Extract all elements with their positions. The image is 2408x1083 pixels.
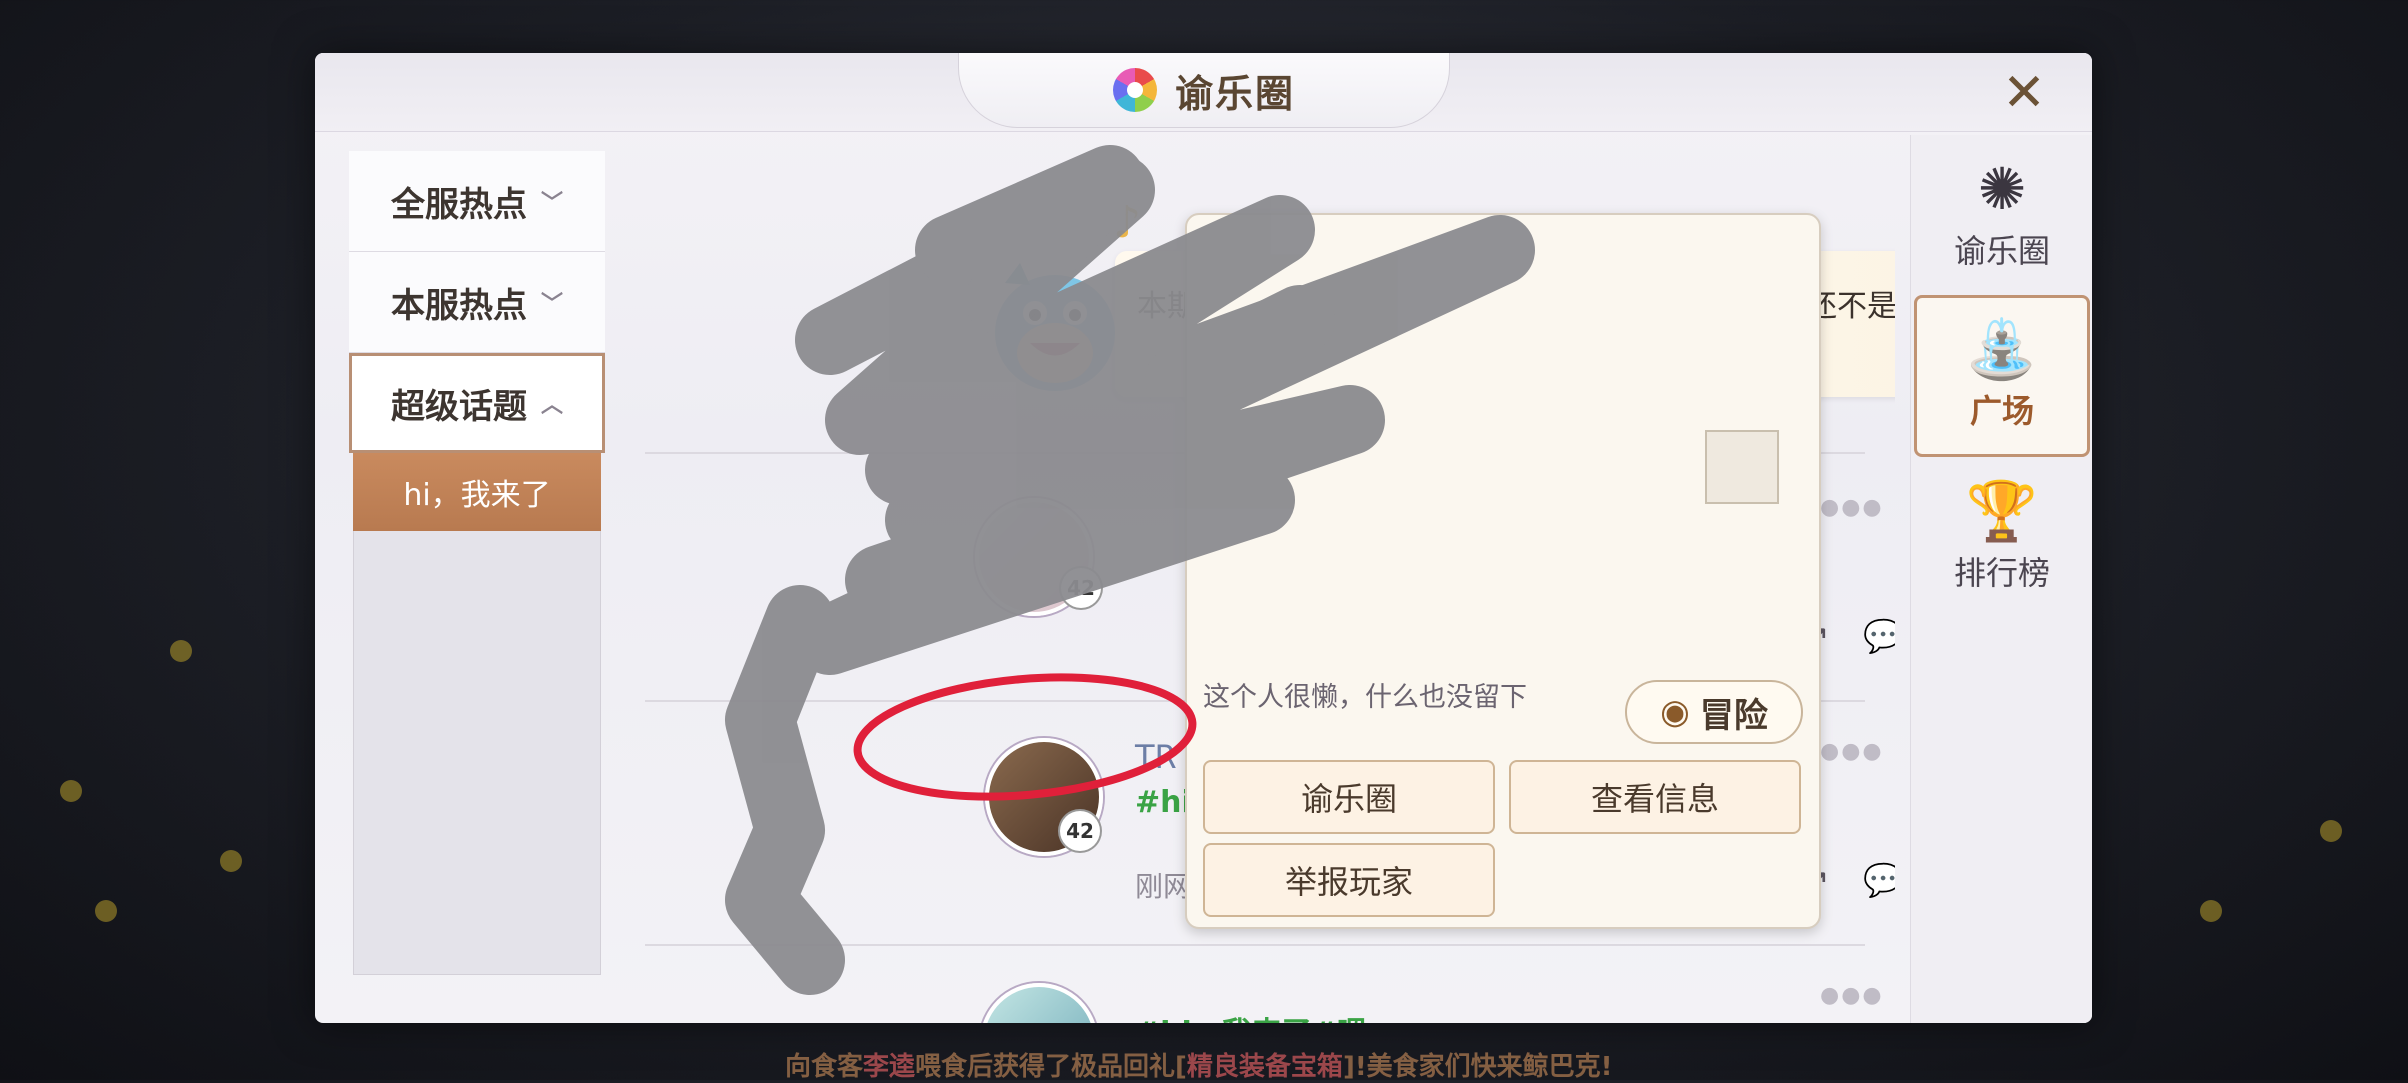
mascot-avatar (995, 263, 1115, 391)
more-options-icon[interactable]: ●●● (1820, 739, 1884, 764)
report-player-button[interactable]: 举报玩家 (1203, 843, 1495, 917)
level-badge: 42 (1061, 568, 1101, 608)
topic-tag[interactable]: #hi (1135, 785, 1192, 820)
fountain-icon: ⛲ (1965, 315, 2039, 383)
bg-flower (170, 640, 192, 662)
author-name[interactable]: TR (1135, 738, 1177, 776)
window-title: 谕乐圈 (1174, 71, 1295, 116)
aperture-icon: ✺ (1977, 155, 2027, 223)
level-badge: 42 (1060, 811, 1100, 851)
broadcast-ticker: 向食客李逵喂食后获得了极品回礼[精良装备宝箱]!美食家们快来鲸巴克! (785, 1052, 1613, 1082)
divider (645, 944, 1865, 946)
bg-flower (95, 900, 117, 922)
eye-icon: ◉ (1660, 692, 1690, 732)
adventure-button[interactable]: ◉ 冒险 (1625, 680, 1803, 744)
category-list: 全服热点 ﹀ 本服热点 ﹀ 超级话题 ︿ (349, 151, 605, 453)
bg-flower (2320, 820, 2342, 842)
title-bar: 谕乐圈 ✕ (315, 53, 2092, 132)
category-global-hot[interactable]: 全服热点 ﹀ (349, 151, 605, 252)
category-label: 本服热点 (390, 285, 527, 326)
category-label: 全服热点 (390, 184, 527, 225)
category-label: 超级话题 (390, 386, 527, 427)
player-info-popup: 这个人很懒，什么也没留下 ◉ 冒险 谕乐圈 查看信息 举报玩家 (1185, 213, 1821, 929)
topic-tag[interactable]: #hi，我来了#嗯 (1135, 1008, 1367, 1023)
tab-label: 广场 (1969, 392, 2034, 430)
player-signature: 这个人很懒，什么也没留下 (1203, 682, 1527, 713)
tab-leaderboard[interactable]: 🏆 排行榜 (1914, 457, 2090, 619)
bg-flower (220, 850, 242, 872)
avatar[interactable] (980, 983, 1098, 1023)
music-note-icon: ♪ (1113, 197, 1142, 248)
chevron-down-icon: ﹀ (540, 292, 563, 317)
app-logo-icon (1112, 68, 1157, 112)
chevron-down-icon: ﹀ (540, 191, 563, 216)
tab-yule-circle[interactable]: ✺ 谕乐圈 (1914, 135, 2090, 297)
view-info-button[interactable]: 查看信息 (1509, 760, 1801, 834)
title-tab: 谕乐圈 (958, 53, 1450, 128)
comment-icon[interactable]: 💬 (1863, 861, 1895, 899)
adventure-label: 冒险 (1699, 695, 1768, 736)
tab-label: 排行榜 (1953, 554, 2050, 592)
close-button[interactable]: ✕ (1998, 67, 2050, 119)
topic-list-area (353, 453, 601, 975)
bg-flower (2200, 900, 2222, 922)
yule-circle-panel: 谕乐圈 ✕ 全服热点 ﹀ 本服热点 ﹀ 超级话题 ︿ hi，我来了 ♪ 本期 还… (315, 53, 2092, 1023)
comment-icon[interactable]: 💬 (1863, 617, 1895, 655)
chevron-up-icon: ︿ (540, 393, 563, 418)
right-tab-bar: ✺ 谕乐圈 ⛲ 广场 🏆 排行榜 (1910, 135, 2092, 1023)
bg-flower (60, 780, 82, 802)
category-server-hot[interactable]: 本服热点 ﹀ (349, 252, 605, 353)
yule-circle-button[interactable]: 谕乐圈 (1203, 760, 1495, 834)
tab-square[interactable]: ⛲ 广场 (1914, 295, 2090, 457)
more-options-icon[interactable]: ●●● (1820, 983, 1884, 1008)
more-options-icon[interactable]: ●●● (1820, 495, 1884, 520)
tab-label: 谕乐圈 (1953, 232, 2050, 270)
trophy-icon: 🏆 (1965, 477, 2039, 545)
topic-item-selected[interactable]: hi，我来了 (353, 453, 601, 531)
post-time: 刚网 (1135, 870, 1192, 903)
emblem-thumbnail (1705, 430, 1779, 504)
category-super-topic[interactable]: 超级话题 ︿ (349, 353, 605, 453)
